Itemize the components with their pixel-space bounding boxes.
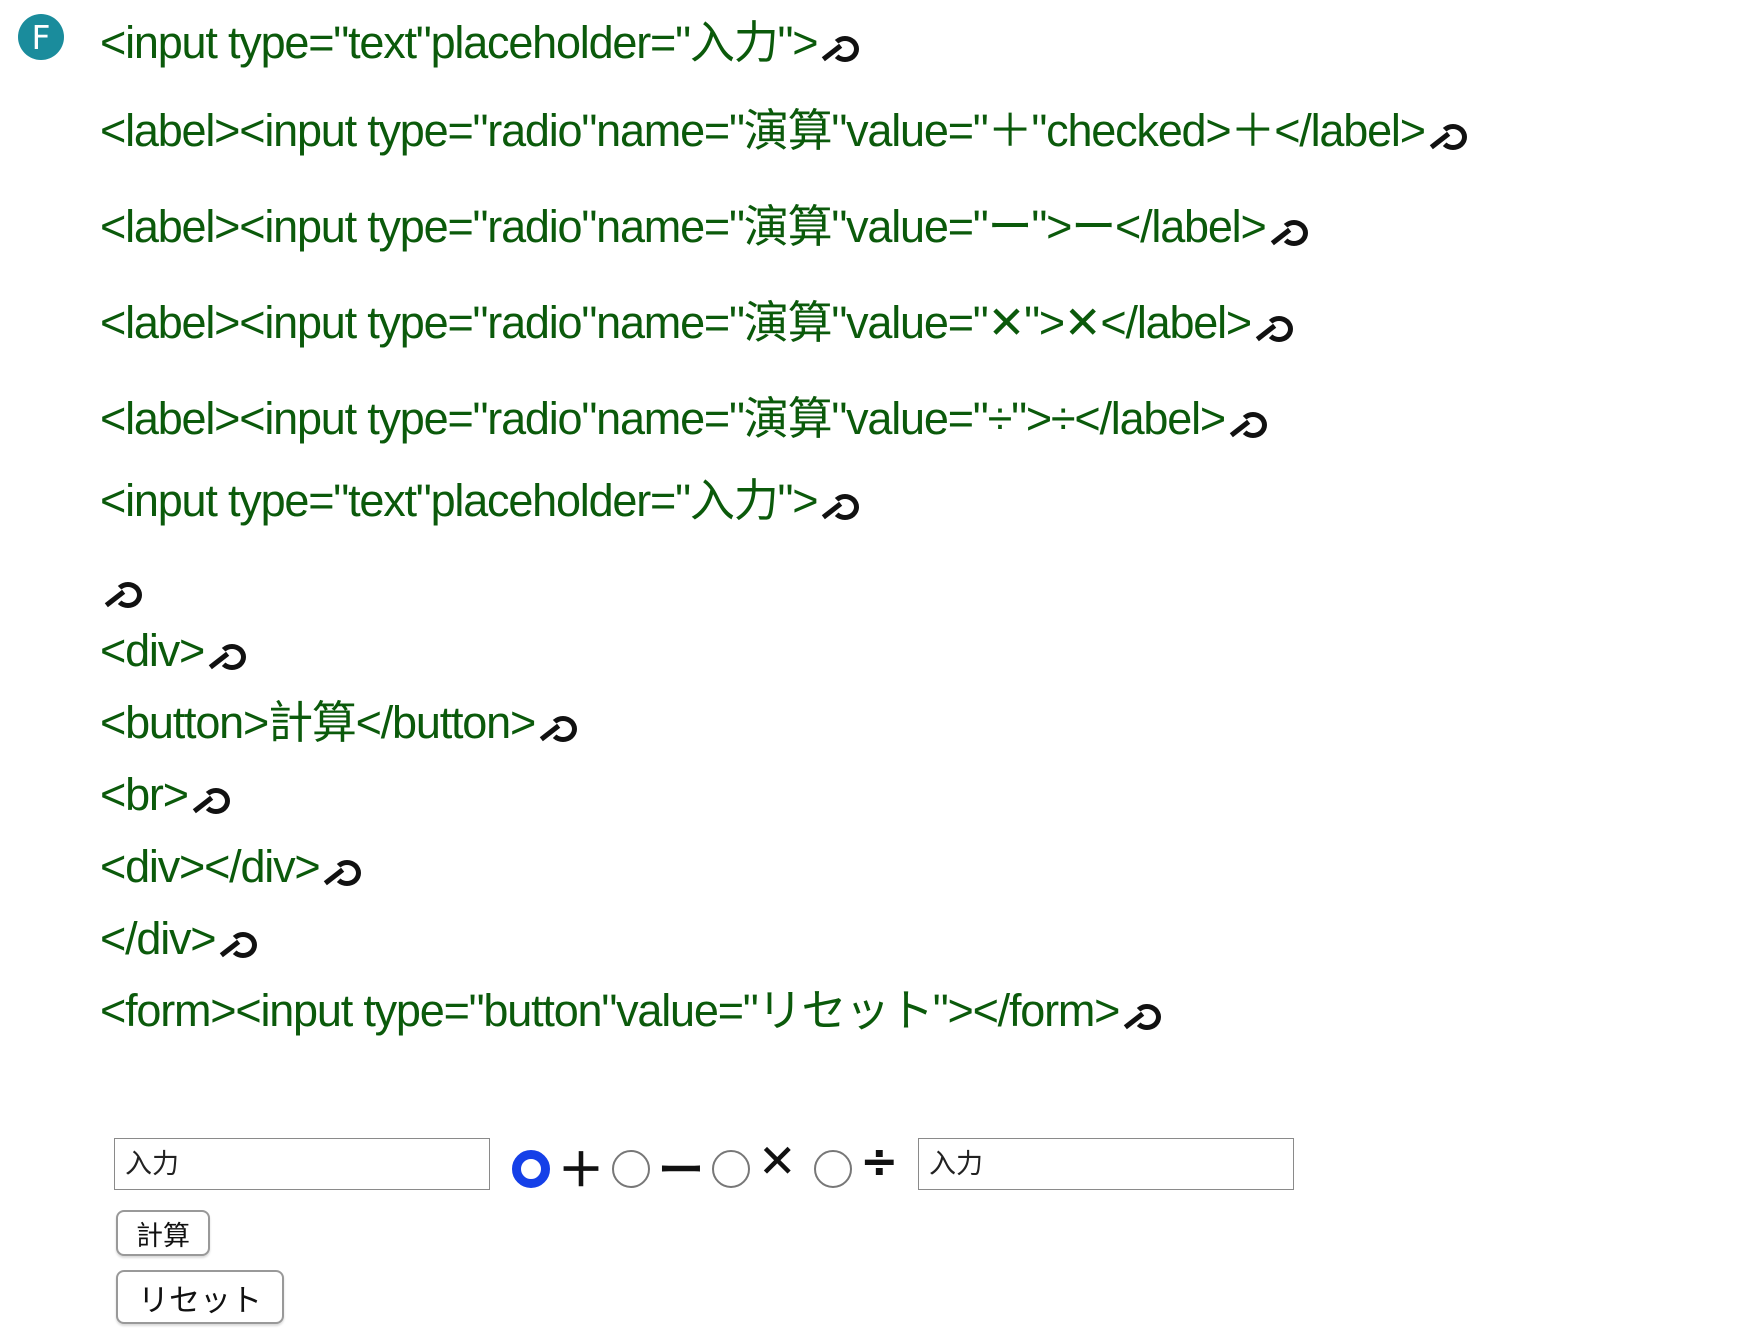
code-line-13: <form><input type="button"value="リセット"><…	[100, 988, 1162, 1033]
calculate-button[interactable]: 計算	[116, 1210, 210, 1256]
code-line-8: <div>	[100, 628, 247, 673]
newline-icon	[1429, 124, 1467, 150]
newline-icon	[192, 788, 230, 814]
radio-divide[interactable]	[814, 1150, 852, 1188]
newline-icon	[104, 582, 142, 608]
newline-icon	[323, 860, 362, 886]
code-line-10: <br>	[100, 772, 230, 817]
radio-divide-label: ÷	[860, 1134, 899, 1188]
code-line-5: <label><input type="radio"name="演算"value…	[100, 396, 1267, 441]
code-line-3: <label><input type="radio"name="演算"value…	[100, 204, 1308, 249]
radio-minus[interactable]	[612, 1150, 650, 1188]
radio-plus[interactable]	[512, 1150, 550, 1188]
radio-minus-label: ー	[658, 1143, 704, 1197]
newline-icon	[539, 716, 578, 742]
newline-icon	[208, 644, 247, 670]
code-line-9: <button>計算</button>	[100, 700, 578, 745]
radio-plus-label: ＋	[558, 1143, 604, 1197]
code-line-12: </div>	[100, 916, 258, 961]
radio-multiply[interactable]	[712, 1150, 750, 1188]
newline-icon	[821, 494, 860, 520]
code-line-11: <div></div>	[100, 844, 362, 889]
step-badge: F	[18, 14, 64, 60]
code-line-7	[100, 566, 142, 611]
newline-icon	[1229, 412, 1267, 438]
code-line-1: <input type="text"placeholder="入力">	[100, 20, 860, 65]
second-number-input[interactable]	[918, 1138, 1294, 1190]
newline-icon	[1123, 1004, 1162, 1030]
newline-icon	[1270, 220, 1308, 246]
code-line-4: <label><input type="radio"name="演算"value…	[100, 300, 1293, 345]
code-line-2: <label><input type="radio"name="演算"value…	[100, 108, 1467, 153]
newline-icon	[821, 36, 860, 62]
radio-multiply-label: ✕	[758, 1134, 797, 1188]
newline-icon	[219, 932, 258, 958]
newline-icon	[1255, 316, 1293, 342]
reset-button[interactable]: リセット	[116, 1270, 284, 1324]
code-line-6: <input type="text"placeholder="入力">	[100, 478, 860, 523]
first-number-input[interactable]	[114, 1138, 490, 1190]
